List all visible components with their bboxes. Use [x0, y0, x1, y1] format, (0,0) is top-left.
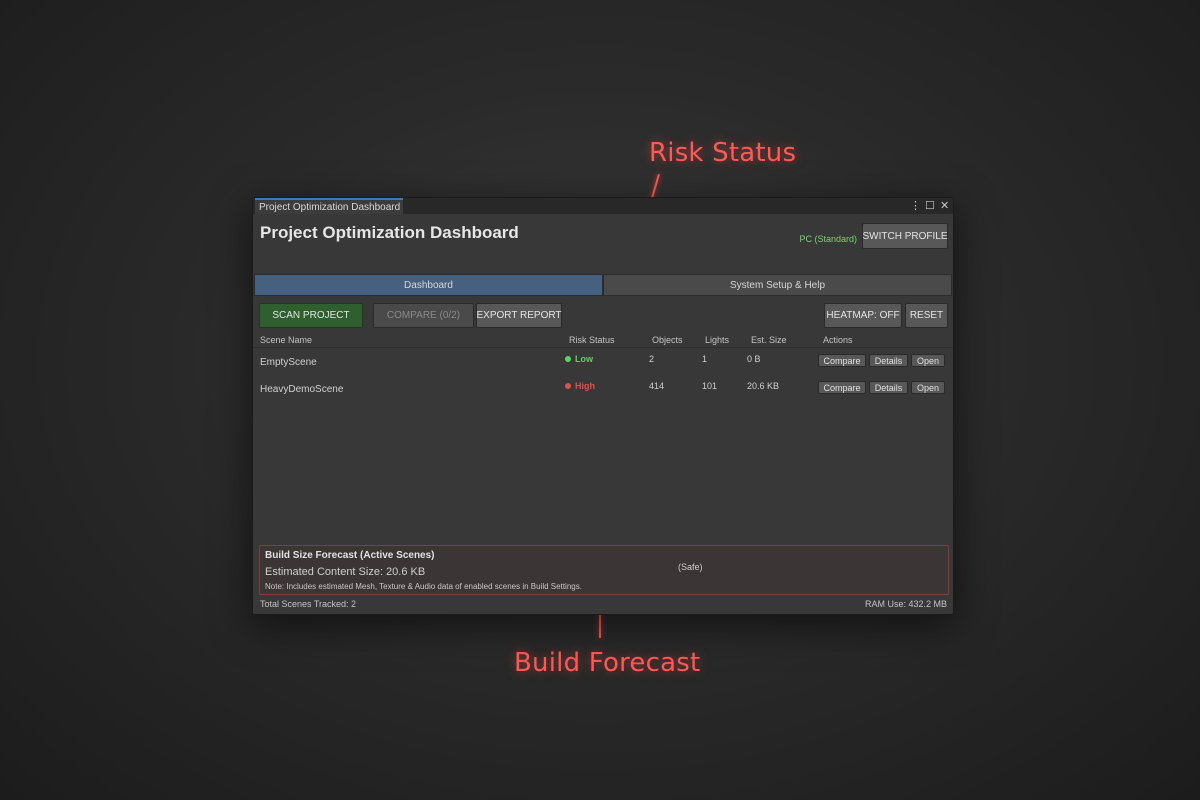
page-title: Project Optimization Dashboard: [260, 223, 519, 242]
forecast-note: Note: Includes estimated Mesh, Texture &…: [265, 582, 582, 591]
window-controls: ⋮ ☐ ✕: [910, 199, 949, 213]
build-forecast-callout-label: Build Forecast: [514, 648, 701, 678]
maximize-icon[interactable]: ☐: [925, 199, 935, 213]
main-tabs: Dashboard System Setup & Help: [254, 274, 952, 298]
lights-count: 1: [702, 354, 708, 364]
close-icon[interactable]: ✕: [940, 199, 949, 213]
risk-status-callout-label: Risk Status: [649, 138, 797, 168]
status-dot-icon: [565, 383, 571, 389]
row-details-button[interactable]: Details: [869, 354, 908, 367]
total-scenes-tracked: Total Scenes Tracked: 2: [260, 599, 357, 609]
header-actions: Actions: [823, 335, 853, 345]
toolbar: SCAN PROJECT COMPARE (0/2) EXPORT REPORT…: [253, 302, 953, 334]
scene-name: HeavyDemoScene: [260, 384, 344, 395]
export-report-button[interactable]: EXPORT REPORT: [476, 303, 562, 328]
dashboard-header: Project Optimization Dashboard PC (Stand…: [253, 214, 953, 256]
objects-count: 2: [649, 354, 655, 364]
row-open-button[interactable]: Open: [911, 381, 945, 394]
tab-dashboard[interactable]: Dashboard: [254, 274, 603, 296]
row-open-button[interactable]: Open: [911, 354, 945, 367]
ram-usage: RAM Use: 432.2 MB: [864, 599, 947, 609]
risk-status-badge: High: [565, 381, 595, 391]
est-size: 0 B: [747, 354, 761, 364]
table-row: HeavyDemoScene High 414 101 20.6 KB Comp…: [253, 375, 953, 402]
scene-table: Scene Name Risk Status Objects Lights Es…: [253, 334, 953, 402]
more-options-icon[interactable]: ⋮: [910, 199, 921, 213]
row-details-button[interactable]: Details: [869, 381, 908, 394]
est-size: 20.6 KB: [747, 381, 780, 391]
switch-profile-button[interactable]: SWITCH PROFILE: [862, 223, 948, 249]
forecast-estimated-size: Estimated Content Size: 20.6 KB: [265, 566, 426, 578]
table-row: EmptyScene Low 2 1 0 B Compare Details O…: [253, 348, 953, 375]
row-compare-button[interactable]: Compare: [818, 354, 866, 367]
reset-button[interactable]: RESET: [905, 303, 948, 328]
build-size-forecast-panel: Build Size Forecast (Active Scenes) Esti…: [259, 545, 949, 595]
heatmap-toggle-button[interactable]: HEATMAP: OFF: [824, 303, 902, 328]
header-est-size: Est. Size: [751, 335, 787, 345]
compare-button[interactable]: COMPARE (0/2): [373, 303, 474, 328]
tab-system-setup[interactable]: System Setup & Help: [603, 274, 952, 296]
risk-status-badge: Low: [565, 354, 593, 364]
risk-status-text: Low: [575, 354, 593, 364]
lights-count: 101: [702, 381, 718, 391]
risk-status-text: High: [575, 381, 595, 391]
forecast-safety-state: (Safe): [678, 562, 703, 572]
forecast-title: Build Size Forecast (Active Scenes): [265, 550, 435, 561]
window-tab[interactable]: Project Optimization Dashboard: [255, 198, 403, 214]
header-risk-status: Risk Status: [569, 335, 615, 345]
scan-project-button[interactable]: SCAN PROJECT: [259, 303, 363, 328]
dashboard-window: Project Optimization Dashboard ⋮ ☐ ✕ Pro…: [252, 197, 954, 615]
platform-label: PC (Standard): [799, 234, 857, 244]
header-lights: Lights: [705, 335, 730, 345]
objects-count: 414: [649, 381, 665, 391]
row-compare-button[interactable]: Compare: [818, 381, 866, 394]
header-scene-name: Scene Name: [260, 335, 313, 345]
window-tabstrip: Project Optimization Dashboard ⋮ ☐ ✕: [253, 198, 953, 214]
header-objects: Objects: [652, 335, 683, 345]
status-dot-icon: [565, 356, 571, 362]
scene-name: EmptyScene: [260, 357, 317, 368]
table-header: Scene Name Risk Status Objects Lights Es…: [253, 334, 953, 348]
